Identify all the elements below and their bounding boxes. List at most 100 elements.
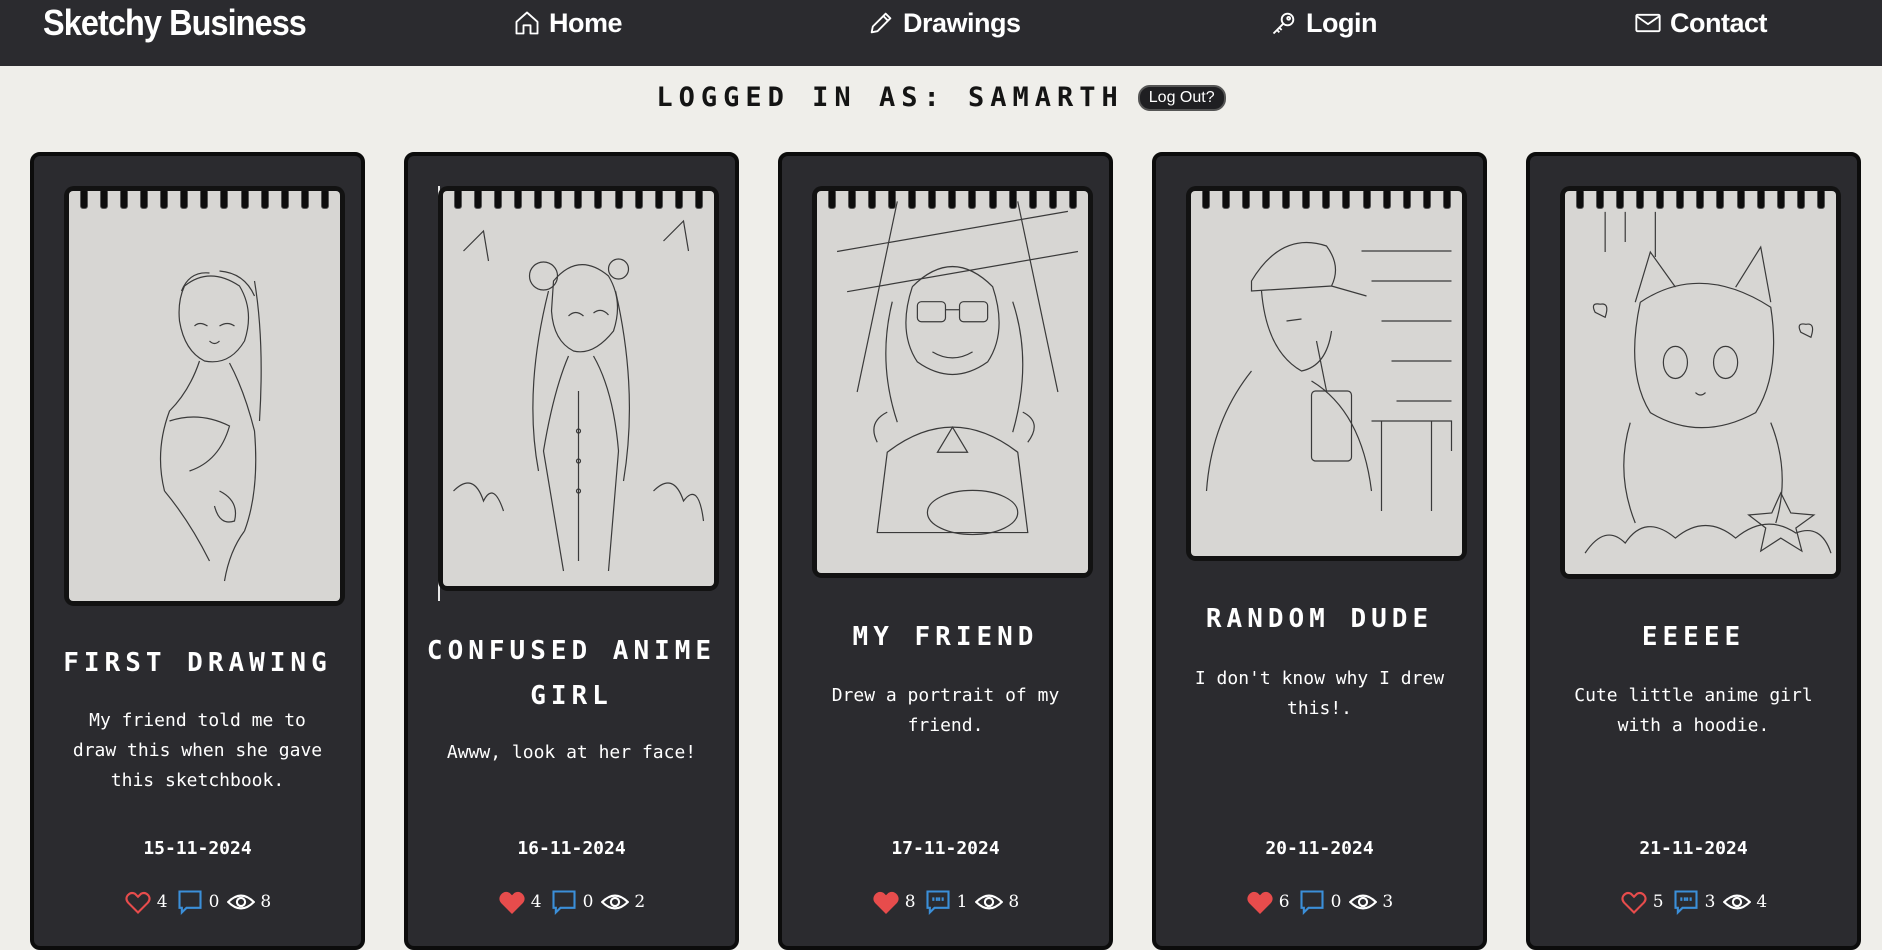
card-description: Cute little anime girl with a hoodie. [1574, 685, 1813, 736]
comment-count: 0 [208, 892, 220, 912]
nav-login-link[interactable]: Login [1270, 0, 1377, 46]
like-button[interactable]: 5 [1620, 888, 1664, 916]
nav-drawings-label: Drawings [903, 7, 1021, 38]
comment-button[interactable]: 0 [550, 888, 594, 916]
spiral-binding [822, 191, 1083, 209]
card-stats: 8 1 8 [782, 888, 1109, 916]
comment-quote-icon [1674, 890, 1698, 916]
comment-icon [178, 890, 202, 916]
login-status: LOGGED IN AS: SAMARTH Log Out? [0, 82, 1882, 113]
card-stats: 4 0 8 [34, 888, 361, 916]
navbar: Sketchy Business Home Drawings Login Con… [0, 0, 1882, 66]
drawing-card[interactable]: EEEEE Cute little anime girl with a hood… [1526, 152, 1861, 950]
comment-button[interactable]: 3 [1672, 888, 1716, 916]
heart-icon [1621, 891, 1647, 914]
heart-icon [1247, 891, 1273, 914]
drawing-card[interactable]: MY FRIEND Drew a portrait of my friend. … [778, 152, 1113, 950]
like-button[interactable]: 6 [1246, 888, 1290, 916]
sketch-art [453, 219, 705, 572]
view-count-stat: 8 [227, 888, 271, 916]
key-icon [1272, 12, 1295, 35]
nav-home-link[interactable]: Home [513, 0, 623, 46]
card-title: RANDOM DUDE [1205, 604, 1434, 634]
spiral-binding [1570, 191, 1831, 209]
like-count: 6 [1278, 892, 1290, 912]
card-date: 21-11-2024 [1639, 838, 1748, 859]
comment-count: 1 [956, 892, 968, 912]
view-count: 3 [1382, 892, 1394, 912]
nav-home-label: Home [549, 7, 623, 38]
sketch-paper [1565, 191, 1836, 574]
like-count: 4 [530, 892, 542, 912]
home-icon [515, 11, 539, 35]
card-title: EEEEE [1641, 622, 1746, 652]
site-logo[interactable]: Sketchy Business [43, 0, 307, 46]
sketch-paper [817, 191, 1088, 573]
drawing-image[interactable] [438, 186, 719, 591]
eye-icon [227, 894, 256, 910]
comment-button[interactable]: 0 [176, 888, 220, 916]
logout-button[interactable]: Log Out? [1137, 84, 1226, 111]
drawing-image[interactable] [64, 186, 345, 606]
view-count: 4 [1756, 892, 1768, 912]
sketch-art [159, 270, 262, 582]
sketch-art [1205, 242, 1453, 511]
comment-icon [1300, 890, 1324, 916]
drawing-card[interactable]: RANDOM DUDE I don't know why I drew this… [1152, 152, 1487, 950]
view-count-stat: 3 [1349, 888, 1393, 916]
like-count: 4 [156, 892, 168, 912]
drawing-image[interactable] [812, 186, 1093, 578]
nav-contact-label: Contact [1670, 7, 1768, 38]
card-description: My friend told me to draw this when she … [72, 710, 323, 791]
drawing-image[interactable] [1186, 186, 1467, 561]
nav-login-label: Login [1306, 7, 1377, 38]
drawing-card[interactable]: FIRST DRAWING My friend told me to draw … [30, 152, 365, 950]
like-button[interactable]: 4 [498, 888, 542, 916]
mail-icon [1635, 13, 1661, 33]
spiral-binding [1196, 191, 1457, 209]
like-count: 5 [1652, 892, 1664, 912]
card-title: MY FRIEND [852, 622, 1039, 652]
view-count: 8 [260, 892, 272, 912]
card-description: Awww, look at her face! [446, 742, 697, 763]
nav-drawings-link[interactable]: Drawings [867, 0, 1021, 46]
card-stats: 5 3 4 [1530, 888, 1857, 916]
drawing-image[interactable] [1560, 186, 1841, 579]
card-description: Drew a portrait of my friend. [831, 685, 1060, 736]
comment-button[interactable]: 0 [1298, 888, 1342, 916]
pencil-icon [870, 12, 892, 34]
like-button[interactable]: 4 [124, 888, 168, 916]
spiral-binding [74, 191, 335, 209]
sketch-paper [69, 191, 340, 601]
card-date: 20-11-2024 [1265, 838, 1374, 859]
card-stats: 4 0 2 [408, 888, 735, 916]
eye-icon [975, 894, 1004, 910]
nav-contact-link[interactable]: Contact [1634, 0, 1768, 46]
comment-count: 3 [1704, 892, 1716, 912]
card-stats: 6 0 3 [1156, 888, 1483, 916]
spiral-binding [448, 191, 709, 209]
like-count: 8 [904, 892, 916, 912]
sketch-paper [1191, 191, 1462, 556]
comment-count: 0 [582, 892, 594, 912]
sketch-paper [443, 191, 714, 586]
comment-button[interactable]: 1 [924, 888, 968, 916]
card-title: FIRST DRAWING [63, 648, 332, 678]
like-button[interactable]: 8 [872, 888, 916, 916]
card-title: CONFUSED ANIME GIRL [426, 636, 717, 711]
heart-icon [125, 891, 151, 914]
view-count: 8 [1008, 892, 1020, 912]
eye-icon [601, 894, 630, 910]
comment-icon [552, 890, 576, 916]
drawings-gallery: FIRST DRAWING My friend told me to draw … [30, 152, 1861, 950]
drawing-card[interactable]: CONFUSED ANIME GIRL Awww, look at her fa… [404, 152, 739, 950]
card-date: 16-11-2024 [517, 838, 626, 859]
comment-quote-icon [926, 890, 950, 916]
card-description: I don't know why I drew this!. [1194, 668, 1445, 719]
view-count: 2 [634, 892, 646, 912]
logged-in-text: LOGGED IN AS: SAMARTH [656, 82, 1124, 113]
comment-count: 0 [1330, 892, 1342, 912]
sketch-art [836, 201, 1079, 536]
eye-icon [1723, 894, 1752, 910]
eye-icon [1349, 894, 1378, 910]
